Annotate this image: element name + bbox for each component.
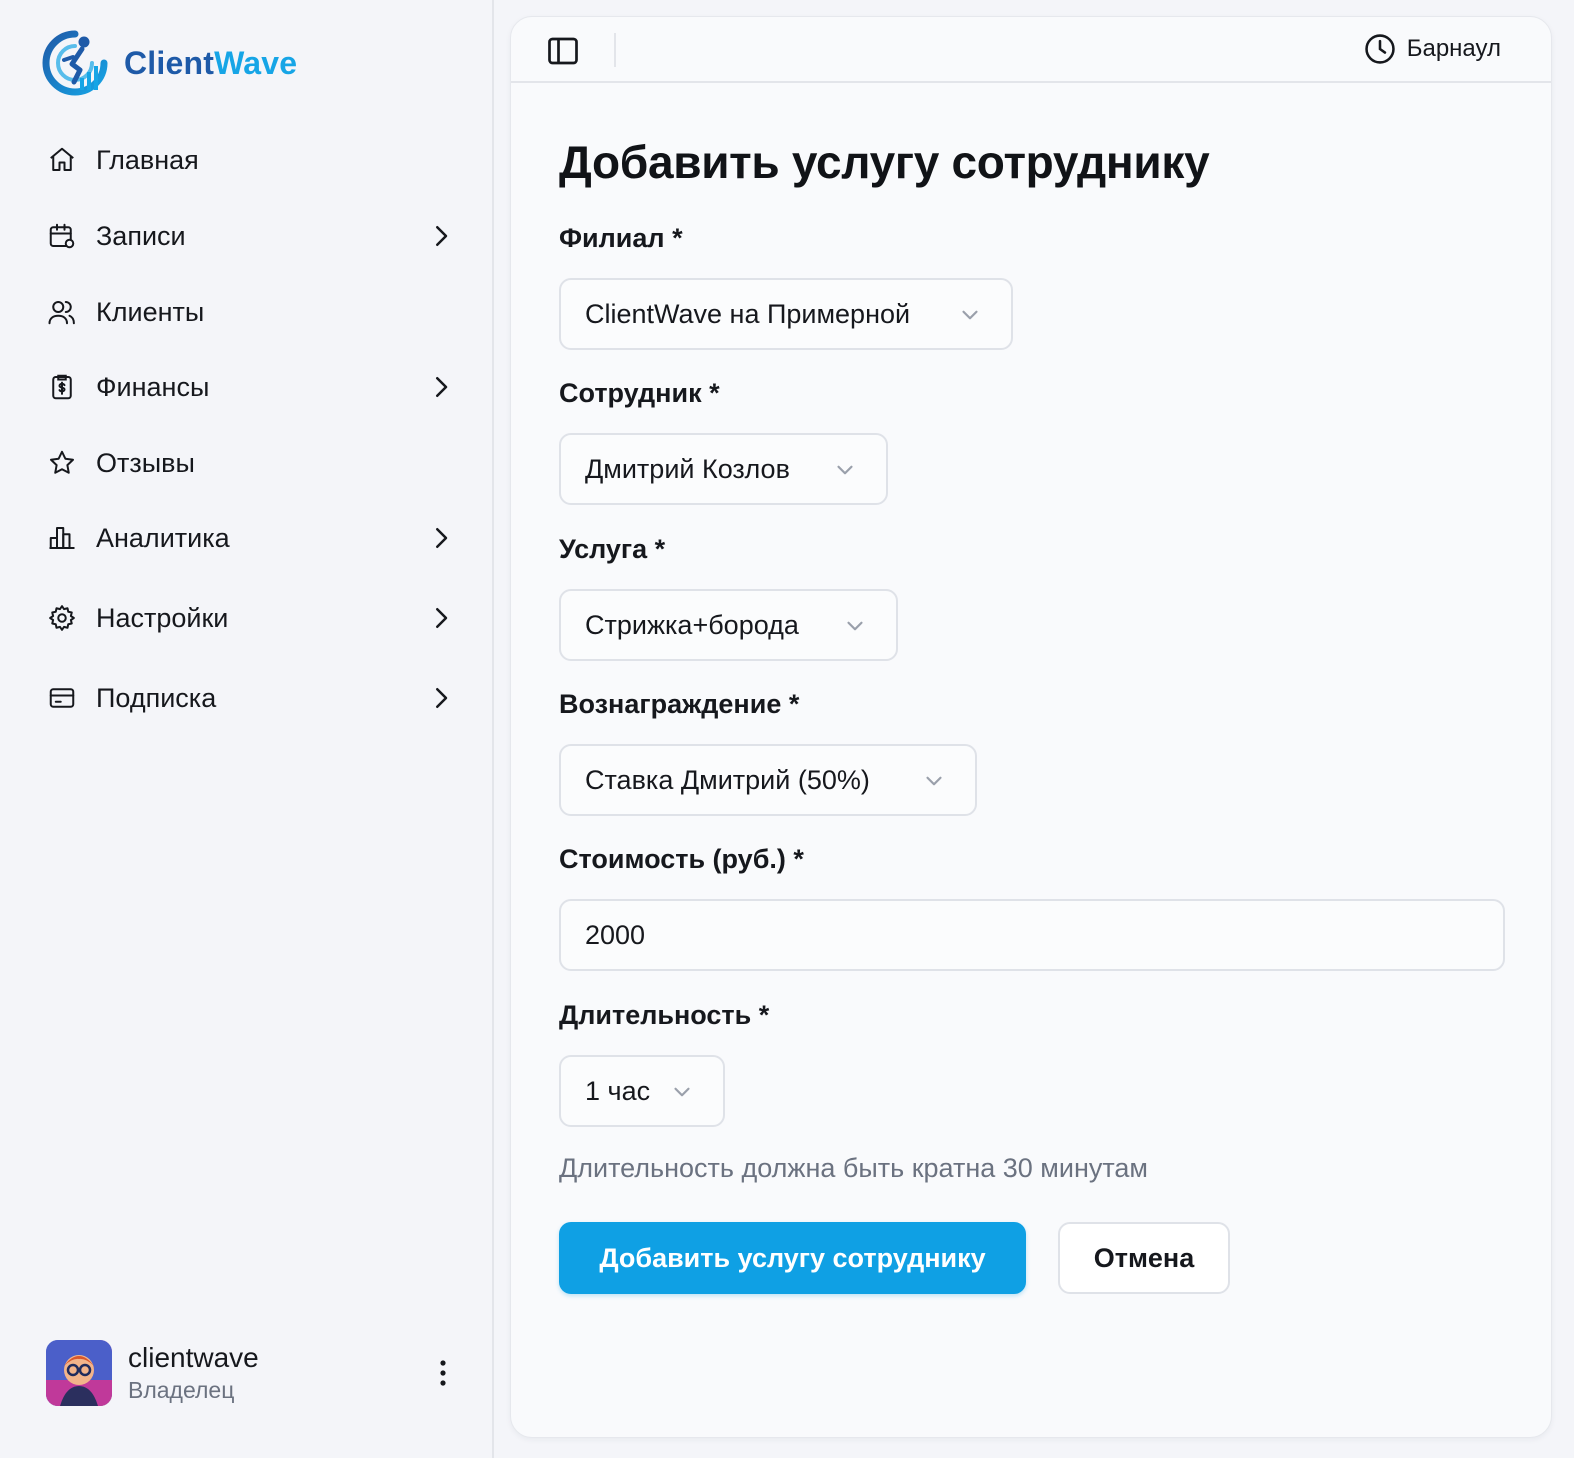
sidebar: ClientWave Главная Записи Клиенты Финанс… — [0, 0, 494, 1458]
topbar: Барнаул — [511, 17, 1551, 83]
duration-hint: Длительность должна быть кратна 30 минут… — [559, 1153, 1148, 1183]
service-label: Услуга * — [559, 534, 666, 564]
sidebar-item-subscription[interactable]: Подписка — [46, 668, 466, 728]
timezone-indicator[interactable]: Барнаул — [1363, 32, 1501, 66]
receipt-icon — [46, 371, 78, 403]
sidebar-item-home[interactable]: Главная — [46, 130, 466, 190]
sidebar-item-analytics[interactable]: Аналитика — [46, 508, 466, 568]
sidebar-item-label: Записи — [96, 220, 186, 251]
sidebar-item-label: Отзывы — [96, 447, 195, 478]
chevron-right-icon — [436, 688, 448, 708]
users-icon — [46, 296, 78, 328]
employee-label: Сотрудник * — [559, 378, 720, 408]
user-info: clientwave Владелец — [128, 1341, 259, 1405]
sidebar-toggle-icon[interactable] — [545, 33, 581, 69]
sidebar-item-appointments[interactable]: Записи — [46, 206, 466, 266]
branch-select[interactable]: ClientWave на Примерной — [559, 278, 1013, 350]
user-role: Владелец — [128, 1377, 235, 1403]
brand-name: ClientWave — [124, 45, 297, 82]
branch-label: Филиал * — [559, 223, 683, 253]
more-vertical-icon[interactable] — [430, 1356, 456, 1390]
main-panel: Барнаул Добавить услугу сотруднику Филиа… — [510, 16, 1552, 1438]
card-icon — [46, 682, 78, 714]
sidebar-item-label: Главная — [96, 144, 199, 175]
reward-select-value: Ставка Дмитрий (50%) — [585, 764, 870, 795]
sidebar-item-label: Финансы — [96, 371, 210, 402]
service-select-value: Стрижка+борода — [585, 609, 799, 640]
topbar-divider — [614, 33, 616, 67]
sidebar-item-label: Аналитика — [96, 522, 230, 553]
clock-icon — [1365, 34, 1395, 64]
duration-label: Длительность * — [559, 1000, 770, 1030]
app: ClientWave Главная Записи Клиенты Финанс… — [0, 0, 1574, 1458]
clientwave-logo-icon — [42, 30, 108, 96]
chevron-down-icon — [926, 776, 942, 786]
chevron-right-icon — [436, 377, 448, 397]
reward-label: Вознаграждение * — [559, 689, 800, 719]
price-label: Стоимость (руб.) * — [559, 844, 804, 874]
cancel-button[interactable]: Отмена — [1058, 1222, 1230, 1294]
avatar-image — [46, 1340, 112, 1406]
duration-select[interactable]: 1 час — [559, 1055, 725, 1127]
branch-select-value: ClientWave на Примерной — [585, 298, 911, 329]
duration-select-value: 1 час — [585, 1075, 651, 1106]
sidebar-item-label: Подписка — [96, 682, 217, 713]
star-icon — [46, 447, 78, 479]
brand[interactable]: ClientWave — [42, 30, 297, 96]
gear-icon — [46, 602, 78, 634]
sidebar-item-reviews[interactable]: Отзывы — [46, 433, 466, 493]
sidebar-item-finance[interactable]: Финансы — [46, 357, 466, 417]
add-service-button[interactable]: Добавить услугу сотруднику — [559, 1222, 1026, 1294]
chevron-right-icon — [436, 226, 448, 246]
sidebar-item-settings[interactable]: Настройки — [46, 588, 466, 648]
home-icon — [46, 144, 78, 176]
chart-icon — [46, 522, 78, 554]
sidebar-item-label: Настройки — [96, 602, 229, 633]
brand-name-part1: Client — [124, 44, 215, 81]
user-name: clientwave — [128, 1342, 259, 1373]
chevron-right-icon — [436, 608, 448, 628]
reward-select[interactable]: Ставка Дмитрий (50%) — [559, 744, 977, 816]
page-title: Добавить услугу сотруднику — [559, 136, 1210, 188]
chevron-down-icon — [962, 310, 978, 320]
chevron-down-icon — [674, 1087, 690, 1097]
sidebar-item-label: Клиенты — [96, 296, 205, 327]
employee-select[interactable]: Дмитрий Козлов — [559, 433, 888, 505]
user-profile[interactable]: clientwave Владелец — [46, 1338, 466, 1408]
chevron-down-icon — [837, 465, 853, 475]
brand-name-part2: Wave — [214, 44, 298, 81]
calendar-icon — [46, 220, 78, 252]
chevron-down-icon — [847, 621, 863, 631]
avatar — [46, 1340, 112, 1406]
employee-select-value: Дмитрий Козлов — [585, 453, 790, 484]
price-input[interactable] — [559, 899, 1505, 971]
timezone-label: Барнаул — [1406, 35, 1501, 62]
chevron-right-icon — [436, 528, 448, 548]
sidebar-item-clients[interactable]: Клиенты — [46, 282, 466, 342]
service-select[interactable]: Стрижка+борода — [559, 589, 898, 661]
